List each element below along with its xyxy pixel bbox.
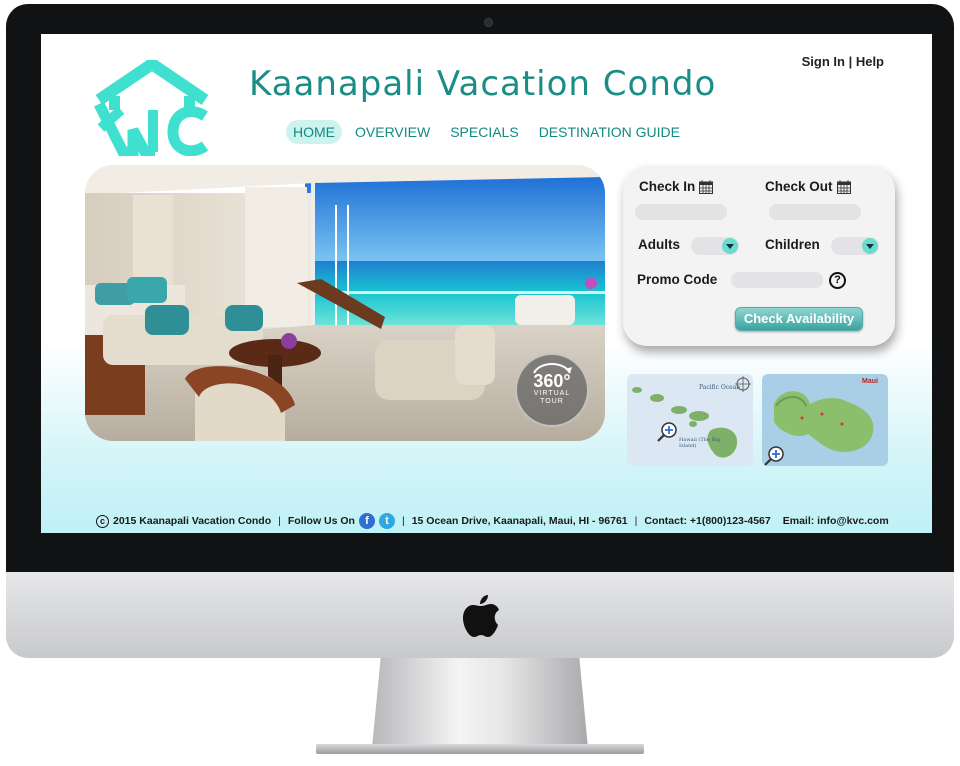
help-icon[interactable]: ? — [829, 272, 846, 289]
footer-divider: | — [634, 515, 638, 527]
calendar-icon[interactable] — [699, 179, 714, 194]
calendar-icon[interactable] — [836, 179, 851, 194]
adults-select[interactable] — [691, 237, 739, 255]
children-label: Children — [765, 237, 820, 252]
site-footer: c 2015 Kaanapali Vacation Condo | Follow… — [96, 513, 889, 529]
auth-divider: | — [848, 54, 853, 69]
map-label-maui: Maui — [862, 378, 878, 385]
hawaii-map[interactable]: Pacific Ocean Hawaii (The Big Island) — [627, 374, 753, 466]
tour-label-virtual: VIRTUAL — [533, 390, 571, 397]
check-out-text: Check Out — [765, 179, 833, 194]
nav-destination-guide[interactable]: DESTINATION GUIDE — [532, 120, 687, 144]
facebook-icon[interactable]: f — [358, 513, 375, 529]
website-screen: Kaanapali Vacation Condo Sign In | Help … — [41, 34, 932, 533]
rotate-arrow-icon — [533, 363, 572, 374]
booking-card: Check In Check Out Adults Children Promo… — [623, 166, 895, 346]
monitor-stand-foot — [316, 744, 644, 754]
promo-code-input[interactable] — [731, 272, 823, 288]
footer-copyright: 2015 Kaanapali Vacation Condo — [113, 515, 272, 527]
nav-overview[interactable]: OVERVIEW — [348, 120, 437, 144]
nav-home[interactable]: HOME — [286, 120, 342, 144]
tour-label-tour: TOUR — [540, 398, 564, 405]
check-out-input[interactable] — [769, 204, 861, 220]
help-link[interactable]: Help — [856, 54, 884, 69]
footer-divider: | — [401, 515, 405, 527]
site-title: Kaanapali Vacation Condo — [249, 64, 717, 104]
main-nav: HOME OVERVIEW SPECIALS DESTINATION GUIDE — [286, 120, 687, 144]
chevron-down-icon — [722, 238, 738, 254]
twitter-icon[interactable]: t — [378, 513, 395, 529]
check-in-label: Check In — [639, 179, 714, 194]
auth-links: Sign In | Help — [802, 54, 884, 69]
adults-label: Adults — [638, 237, 680, 252]
children-select[interactable] — [831, 237, 879, 255]
hero-image[interactable]: 360° VIRTUAL TOUR — [85, 165, 605, 441]
apple-logo-icon — [463, 595, 499, 637]
maui-island-map — [762, 374, 888, 466]
footer-divider: | — [278, 515, 281, 527]
check-in-text: Check In — [639, 179, 696, 194]
map-label-big-island: Hawaii (The Big Island) — [679, 437, 720, 449]
copyright-icon: c — [96, 514, 109, 528]
footer-email[interactable]: Email: info@kvc.com — [783, 515, 889, 527]
check-availability-button[interactable]: Check Availability — [735, 307, 863, 331]
promo-code-label: Promo Code — [637, 272, 718, 287]
map-label-pacific: Pacific Ocean — [699, 384, 741, 391]
maui-map[interactable]: Maui — [762, 374, 888, 466]
footer-address: 15 Ocean Drive, Kaanapali, Maui, HI - 96… — [411, 515, 628, 527]
check-out-label: Check Out — [765, 179, 851, 194]
camera-icon — [484, 18, 493, 27]
chevron-down-icon — [862, 238, 878, 254]
footer-follow-label: Follow Us On — [287, 515, 355, 527]
sign-in-link[interactable]: Sign In — [802, 54, 845, 69]
footer-contact: Contact: +1(800)123-4567 — [644, 515, 771, 527]
virtual-tour-button[interactable]: 360° VIRTUAL TOUR — [515, 353, 589, 427]
kvc-logo[interactable] — [93, 60, 211, 156]
nav-specials[interactable]: SPECIALS — [443, 120, 525, 144]
check-in-input[interactable] — [635, 204, 727, 220]
monitor-stand-neck — [372, 658, 588, 748]
